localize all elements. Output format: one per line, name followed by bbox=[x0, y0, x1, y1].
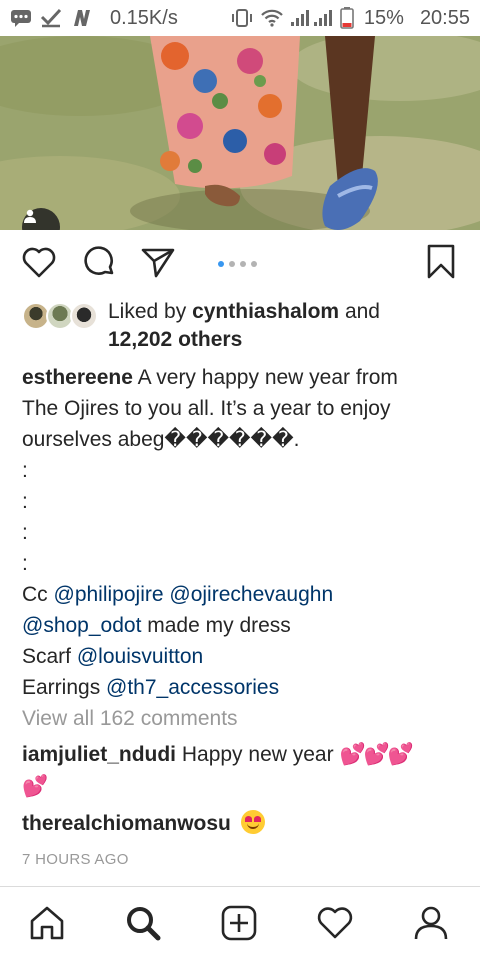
nav-profile-button[interactable] bbox=[411, 905, 451, 945]
liker-username[interactable]: cynthiashalom bbox=[192, 300, 339, 323]
carousel-indicator bbox=[218, 261, 257, 267]
post-caption: esthereene A very happy new year from Th… bbox=[22, 362, 462, 703]
bottom-nav bbox=[0, 887, 480, 960]
bookmark-icon bbox=[425, 244, 457, 285]
comment-username[interactable]: iamjuliet_ndudi bbox=[22, 743, 176, 766]
carousel-dot bbox=[229, 261, 235, 267]
wifi-icon bbox=[260, 8, 284, 28]
vibrate-icon bbox=[230, 8, 254, 28]
mention-link[interactable]: @shop_odot bbox=[22, 614, 141, 637]
heart-icon bbox=[316, 905, 354, 946]
caption-text: A very happy new year from bbox=[132, 366, 398, 389]
comment-icon bbox=[81, 244, 117, 285]
likes-middle: and bbox=[339, 300, 380, 323]
caption-text: The Ojires to you all. It’s a year to en… bbox=[22, 397, 391, 420]
like-button[interactable] bbox=[21, 246, 57, 282]
carousel-dot bbox=[240, 261, 246, 267]
comment-item: therealchiomanwosu bbox=[22, 808, 462, 840]
clock: 20:55 bbox=[419, 6, 470, 29]
profile-icon bbox=[412, 904, 450, 947]
post-actions bbox=[0, 230, 480, 298]
mention-link[interactable]: @ojirechevaughn bbox=[169, 583, 333, 606]
search-icon bbox=[124, 904, 162, 947]
comment-username[interactable]: therealchiomanwosu bbox=[22, 812, 231, 835]
n-icon bbox=[70, 8, 92, 28]
caption-line: Earrings @th7_accessories bbox=[22, 672, 462, 703]
mention-link[interactable]: @philipojire bbox=[54, 583, 164, 606]
battery-percent: 15% bbox=[363, 6, 404, 29]
likes-prefix: Liked by bbox=[108, 300, 193, 323]
caption-colon: : bbox=[22, 521, 28, 544]
cc-label: Cc bbox=[22, 583, 54, 606]
carousel-dot-active bbox=[218, 261, 224, 267]
caption-text: ourselves abeg������. bbox=[22, 428, 300, 451]
caption-colon: : bbox=[22, 552, 28, 575]
likes-count[interactable]: 12,202 others bbox=[108, 328, 242, 351]
home-icon bbox=[28, 904, 66, 947]
heart-icon bbox=[21, 245, 57, 284]
share-button[interactable] bbox=[140, 246, 176, 282]
caption-colon: : bbox=[22, 490, 28, 513]
save-button[interactable] bbox=[423, 244, 459, 285]
post-photo[interactable] bbox=[0, 36, 480, 230]
avatar bbox=[70, 302, 98, 330]
photo-scene bbox=[0, 36, 480, 230]
nav-search-button[interactable] bbox=[123, 905, 163, 945]
earrings-label: Earrings bbox=[22, 676, 107, 699]
caption-text: made my dress bbox=[141, 614, 291, 637]
message-icon bbox=[10, 9, 32, 27]
nav-add-button[interactable] bbox=[219, 905, 259, 945]
caption-line: Cc @philipojire @ojirechevaughn bbox=[22, 579, 462, 610]
view-all-comments-link[interactable]: View all 162 comments bbox=[22, 707, 238, 731]
hearts-emoji: 💕💕💕 bbox=[339, 743, 413, 766]
caption-line: esthereene A very happy new year from bbox=[22, 362, 462, 393]
likes-section: Liked by cynthiashalom and 12,202 others bbox=[22, 298, 462, 358]
caption-line: @shop_odot made my dress bbox=[22, 610, 462, 641]
signal-icon bbox=[290, 8, 334, 28]
caption-colon: : bbox=[22, 459, 28, 482]
hearts-emoji: 💕 bbox=[22, 775, 48, 798]
mention-link[interactable]: @louisvuitton bbox=[77, 645, 203, 668]
comment-button[interactable] bbox=[81, 244, 117, 285]
scarf-label: Scarf bbox=[22, 645, 77, 668]
caption-author[interactable]: esthereene bbox=[22, 366, 133, 389]
post-timestamp: 7 HOURS AGO bbox=[22, 851, 129, 868]
liker-avatars[interactable] bbox=[22, 302, 98, 330]
comment-text: Happy new year bbox=[176, 743, 340, 766]
heart-eyes-emoji-icon bbox=[240, 810, 265, 834]
battery-icon bbox=[340, 7, 354, 29]
add-icon bbox=[220, 904, 258, 947]
comment-item: iamjuliet_ndudi Happy new year 💕💕💕 💕 bbox=[22, 739, 462, 803]
mention-link[interactable]: @th7_accessories bbox=[106, 676, 279, 699]
network-speed: 0.15K/s bbox=[110, 6, 178, 29]
nav-activity-button[interactable] bbox=[315, 905, 355, 945]
send-icon bbox=[140, 245, 176, 284]
status-bar: 0.15K/s 15% 20:55 bbox=[0, 0, 480, 36]
caption-line: Scarf @louisvuitton bbox=[22, 641, 462, 672]
nav-home-button[interactable] bbox=[27, 905, 67, 945]
likes-text[interactable]: Liked by cynthiashalom and 12,202 others bbox=[108, 298, 468, 354]
carousel-dot bbox=[251, 261, 257, 267]
check-icon bbox=[40, 8, 62, 28]
